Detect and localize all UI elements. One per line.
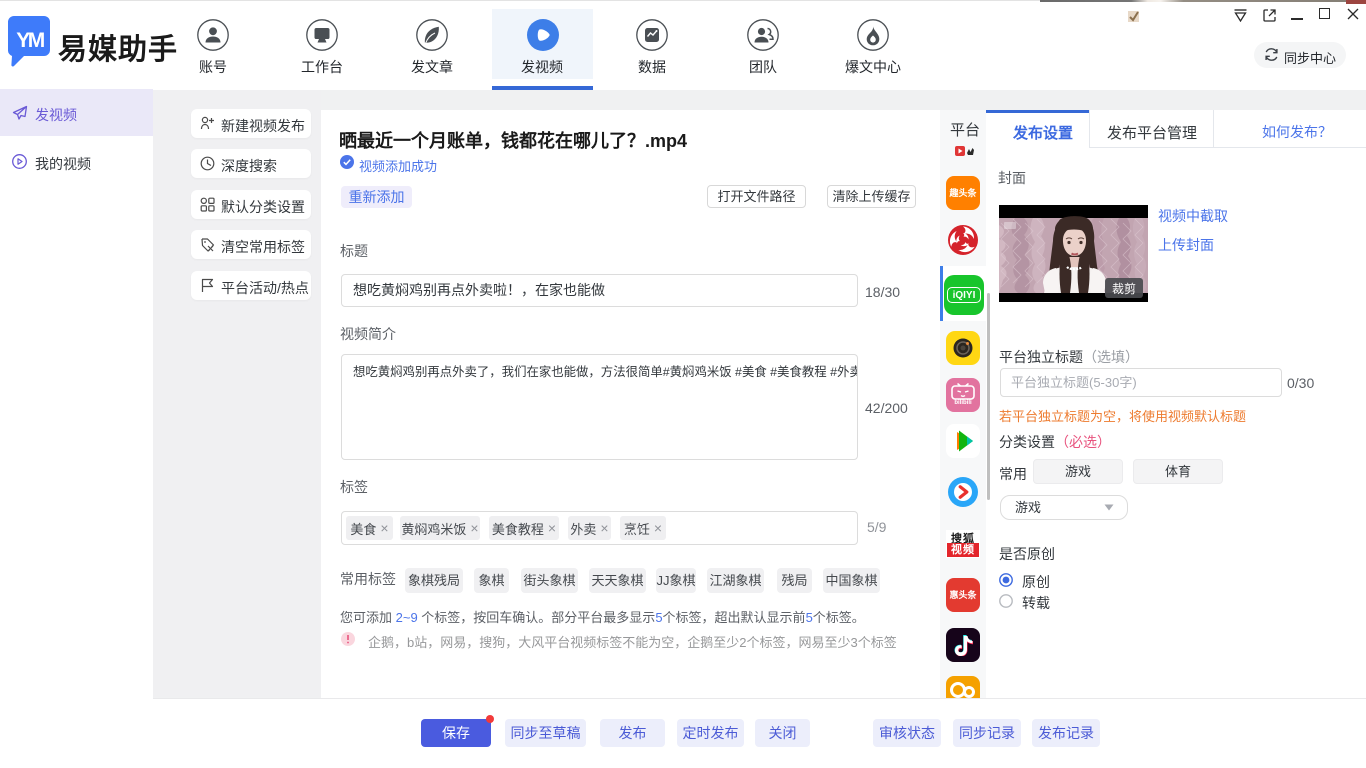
svg-text:裁剪: 裁剪: [1112, 281, 1136, 296]
svg-text:YM: YM: [16, 29, 45, 52]
